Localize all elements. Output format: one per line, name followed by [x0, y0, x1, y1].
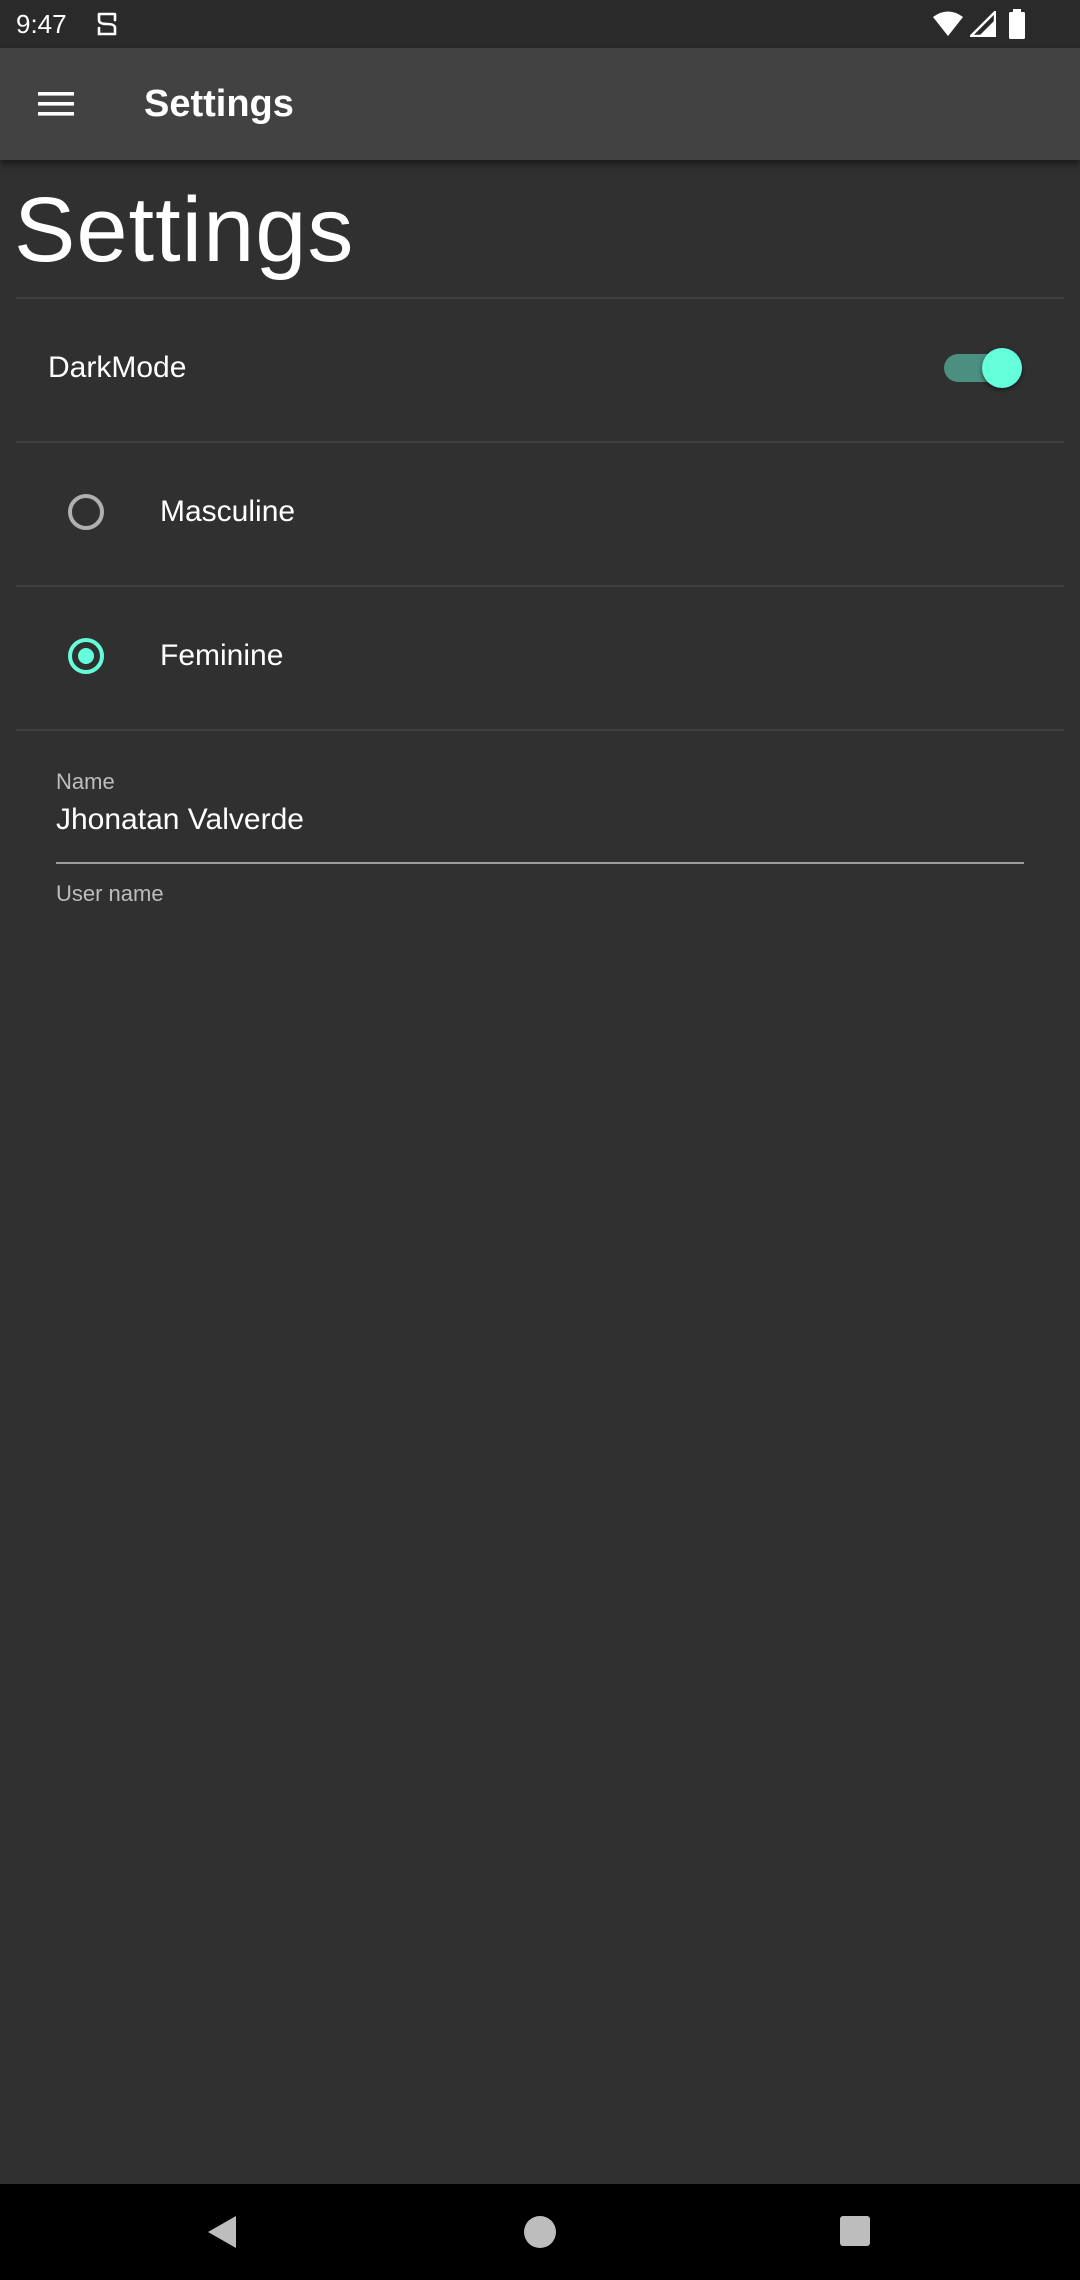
hamburger-menu-icon[interactable]	[32, 84, 80, 124]
dark-mode-row[interactable]: DarkMode	[16, 298, 1064, 440]
battery-full-icon	[1008, 9, 1026, 39]
dark-mode-switch[interactable]	[938, 346, 1024, 390]
home-circle-icon[interactable]	[524, 2216, 556, 2248]
recents-square-icon[interactable]	[840, 2216, 870, 2246]
radio-button-selected[interactable]	[68, 638, 104, 674]
radio-button-unselected[interactable]	[68, 494, 104, 530]
divider	[16, 729, 1064, 731]
name-input[interactable]	[56, 800, 1024, 840]
radio-option-masculine[interactable]: Masculine	[16, 442, 1064, 584]
name-field-helper: User name	[56, 881, 164, 906]
radio-label-masculine: Masculine	[160, 495, 296, 528]
radio-label-feminine: Feminine	[160, 639, 284, 672]
back-triangle-icon[interactable]	[206, 2214, 238, 2250]
app-bar-title: Settings	[144, 83, 294, 125]
name-field-underline	[56, 862, 1024, 864]
cell-signal-icon	[968, 9, 997, 38]
status-bar: 9:47	[0, 0, 1080, 48]
page-heading: Settings	[14, 179, 355, 281]
system-nav-bar	[0, 2184, 1080, 2280]
radio-option-feminine[interactable]: Feminine	[16, 586, 1064, 728]
notification-app-icon	[94, 10, 120, 38]
app-bar: Settings	[0, 48, 1080, 160]
status-time: 9:47	[16, 9, 67, 39]
name-field: Name User name	[56, 760, 1024, 910]
radio-selected-dot	[78, 648, 94, 664]
switch-thumb	[982, 348, 1022, 388]
wifi-icon	[932, 11, 964, 37]
dark-mode-label: DarkMode	[48, 351, 187, 384]
name-field-label: Name	[56, 769, 115, 794]
